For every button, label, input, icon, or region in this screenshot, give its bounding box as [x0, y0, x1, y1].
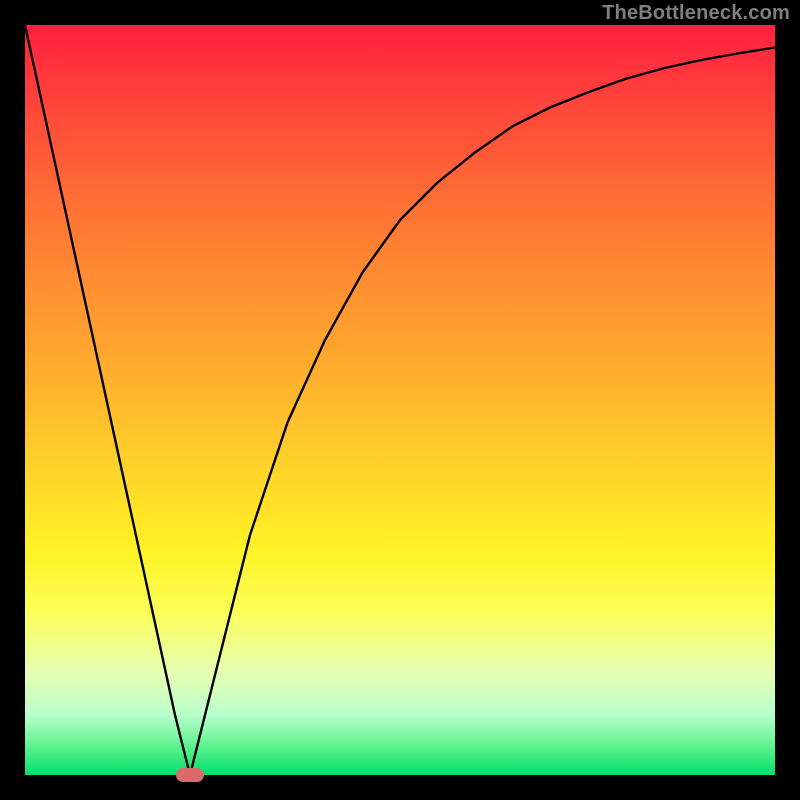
- chart-frame: TheBottleneck.com: [0, 0, 800, 800]
- plot-area: [25, 25, 775, 775]
- curve-svg: [25, 25, 775, 775]
- attribution-text: TheBottleneck.com: [602, 2, 790, 25]
- curve-path: [25, 25, 775, 775]
- minimum-marker: [176, 768, 204, 782]
